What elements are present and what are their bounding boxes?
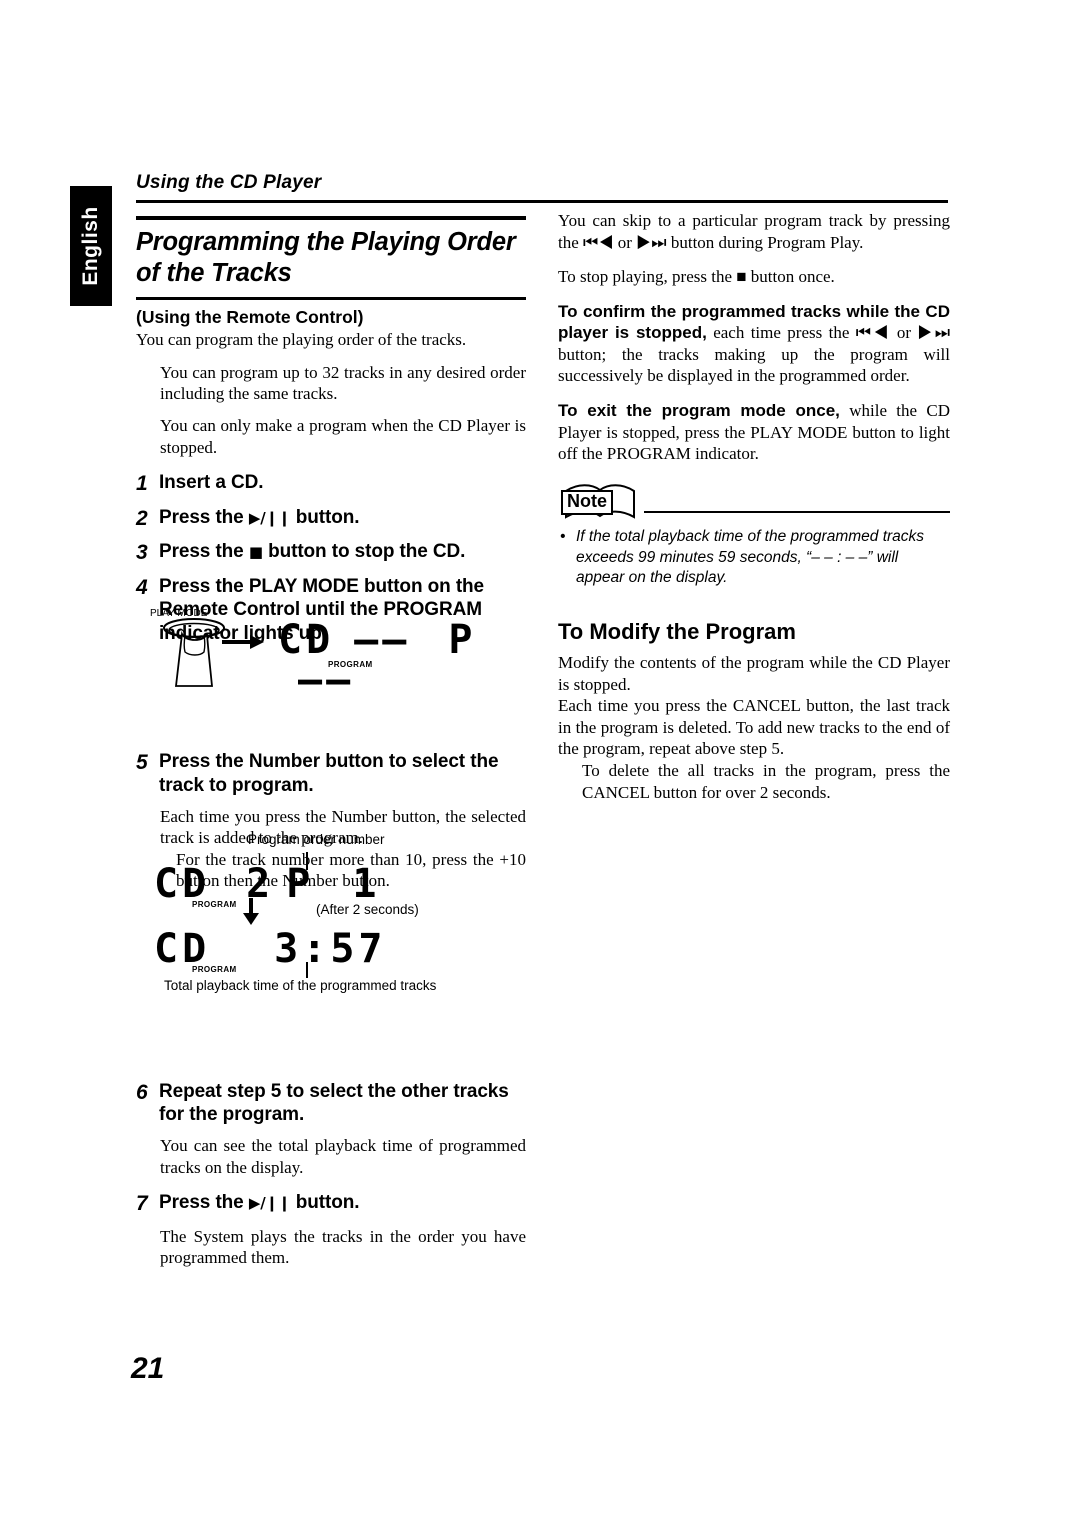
- confirm-paragraph: To confirm the programmed tracks while t…: [558, 301, 950, 387]
- header-rule: [136, 200, 948, 203]
- lcd-program-indicator: PROGRAM: [328, 660, 373, 669]
- running-head: Using the CD Player: [136, 172, 322, 193]
- caption-program-order-number: Program order number: [248, 832, 385, 847]
- caption-leader-bottom: [306, 962, 308, 978]
- note-item: If the total playback time of the progra…: [558, 527, 950, 589]
- page-number: 21: [131, 1352, 165, 1385]
- subsection-title: (Using the Remote Control): [136, 307, 364, 328]
- finger-pressing-button-icon: [163, 618, 225, 687]
- modify-paragraph-1: Modify the contents of the program while…: [558, 653, 950, 694]
- page-title-line-1: Programming the Playing Order: [136, 228, 516, 256]
- arrow-right-icon: [222, 635, 264, 649]
- lcd-track-dashes: ––: [354, 617, 411, 663]
- step-2-pre: Press the: [159, 506, 249, 528]
- step-7-number: 7: [136, 1192, 148, 1216]
- step-3-text: Press the ■ button to stop the CD.: [159, 540, 465, 566]
- exit-paragraph: To exit the program mode once, while the…: [558, 400, 950, 465]
- play-pause-icon: ▶/❙❙: [248, 508, 291, 527]
- right-column: You can skip to a particular program tra…: [558, 210, 950, 803]
- page-title-line-2: of the Tracks: [136, 259, 292, 288]
- step-5-number: 5: [136, 751, 148, 775]
- step-7: 7 Press the ▶/❙❙ button.: [136, 1191, 526, 1217]
- step-6: 6 Repeat step 5 to select the other trac…: [136, 1080, 526, 1127]
- lcd2-p-label: P: [286, 861, 315, 907]
- step-3-pre: Press the: [159, 541, 249, 563]
- step-1-text: Insert a CD.: [159, 472, 264, 494]
- caption-total-playback-time: Total playback time of the programmed tr…: [164, 978, 437, 993]
- right-paragraph-2: To stop playing, press the ■ button once…: [558, 267, 835, 287]
- step-7-text: Press the ▶/❙❙ button.: [159, 1191, 360, 1217]
- note-label: Note: [561, 489, 613, 515]
- right-paragraph-1: You can skip to a particular program tra…: [558, 211, 950, 252]
- lcd3-program-indicator: PROGRAM: [192, 965, 237, 974]
- step-2: 2 Press the ▶/❙❙ button.: [136, 506, 526, 532]
- lcd2-order-number: 1: [352, 861, 381, 907]
- lcd2-program-indicator: PROGRAM: [192, 900, 237, 909]
- note-rule: [644, 510, 950, 513]
- step-2-post: button.: [290, 506, 360, 528]
- note-block: Note: [558, 484, 950, 521]
- step-5-text: Press the Number button to select the tr…: [159, 751, 499, 796]
- left-column: Programming the Playing Order of the Tra…: [136, 216, 526, 1268]
- step-6-body: You can see the total playback time of p…: [160, 1136, 526, 1177]
- note-list: If the total playback time of the progra…: [558, 527, 950, 589]
- modify-paragraph-3: To delete the all tracks in the program,…: [582, 760, 950, 802]
- step-7-post: button.: [290, 1192, 360, 1214]
- step-5: 5 Press the Number button to select the …: [136, 750, 526, 797]
- step-3-post: button to stop the CD.: [262, 541, 466, 563]
- step-1: 1 Insert a CD.: [136, 471, 526, 497]
- exit-lead: To exit the program mode once,: [558, 401, 840, 421]
- caption-after-2-seconds: (After 2 seconds): [316, 902, 419, 917]
- step-7-pre: Press the: [159, 1192, 249, 1214]
- step-6-text: Repeat step 5 to select the other tracks…: [159, 1080, 509, 1125]
- lcd-p-label: P: [448, 617, 477, 663]
- step-3-number: 3: [136, 541, 148, 565]
- title-rule-top: [136, 216, 526, 220]
- figure-play-mode: PLAY MODE CD –– P –– PROGRAM: [150, 608, 550, 700]
- modify-paragraph-2: Each time you press the CANCEL button, t…: [558, 696, 950, 759]
- step-2-number: 2: [136, 506, 148, 530]
- arrow-down-icon: [243, 898, 259, 925]
- figure-program-display: Program order number CD 2 P 1 PROGRAM (A…: [140, 832, 560, 997]
- manual-page: English Using the CD Player Programming …: [0, 0, 1080, 1528]
- step-3: 3 Press the ■ button to stop the CD.: [136, 540, 526, 566]
- step-2-text: Press the ▶/❙❙ button.: [159, 506, 360, 532]
- step-6-number: 6: [136, 1080, 148, 1104]
- lcd3-total-time: 3:57: [274, 926, 387, 972]
- note-paragraph-2: You can only make a program when the CD …: [160, 416, 526, 457]
- step-1-number: 1: [136, 472, 148, 496]
- note-paragraph-1: You can program up to 32 tracks in any d…: [160, 362, 526, 404]
- stop-icon: ■: [248, 543, 263, 562]
- modify-section-title: To Modify the Program: [558, 619, 796, 645]
- step-7-body: The System plays the tracks in the order…: [160, 1226, 526, 1268]
- language-tab: English: [70, 186, 112, 306]
- play-pause-icon: ▶/❙❙: [248, 1194, 291, 1213]
- intro-paragraph: You can program the playing order of the…: [136, 330, 467, 350]
- language-tab-label: English: [79, 206, 102, 286]
- page-title: Programming the Playing Order of the Tra…: [136, 227, 526, 289]
- title-rule-bottom: [136, 297, 526, 301]
